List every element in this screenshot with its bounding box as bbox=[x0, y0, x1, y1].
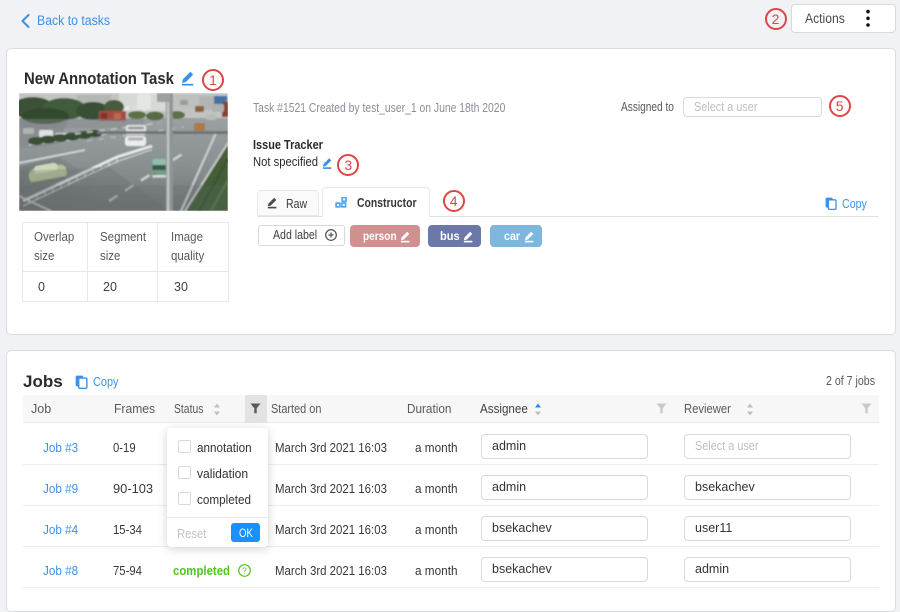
svg-text:?: ? bbox=[242, 565, 247, 575]
